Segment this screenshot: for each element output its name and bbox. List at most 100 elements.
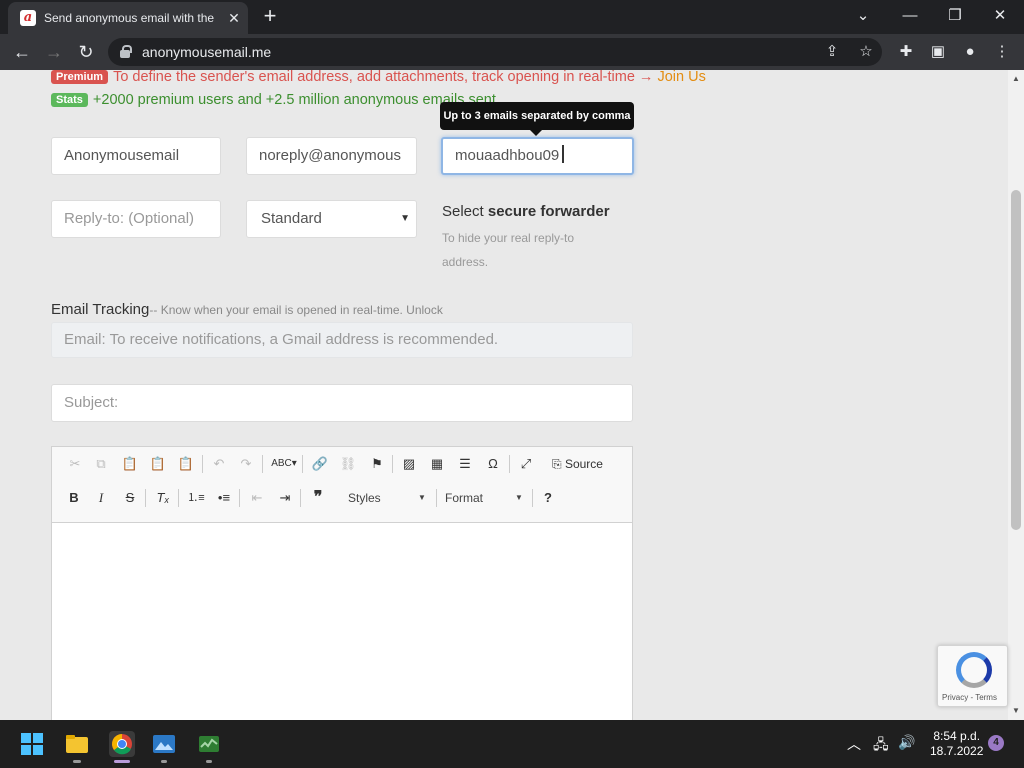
network-icon[interactable]: 🖧 xyxy=(873,734,889,758)
format-dropdown[interactable]: Format ▼ xyxy=(445,487,525,509)
toolbar-separator xyxy=(145,489,146,507)
source-button[interactable]: ⎘ Source xyxy=(552,453,603,475)
premium-promo: Premium To define the sender's email addr… xyxy=(51,70,706,85)
taskmanager-running-indicator xyxy=(206,760,212,763)
format-label: Format xyxy=(445,491,484,505)
system-clock[interactable]: 8:54 p.d. 18.7.2022 xyxy=(930,729,983,759)
bookmark-star-icon[interactable]: ☆ xyxy=(854,40,878,64)
task-manager-icon[interactable] xyxy=(197,732,221,756)
bold-icon[interactable]: B xyxy=(63,487,85,509)
share-icon[interactable]: ⇪ xyxy=(820,40,844,64)
premium-text: To define the sender's email address, ad… xyxy=(113,70,658,85)
remove-format-icon[interactable]: Tₓ xyxy=(152,487,174,509)
browser-tab[interactable]: a Send anonymous email with the ✕ xyxy=(8,2,248,34)
scroll-up-icon[interactable]: ▲ xyxy=(1008,72,1024,86)
anchor-flag-icon[interactable]: ⚑ xyxy=(366,453,388,475)
lock-icon xyxy=(120,45,132,58)
new-tab-button[interactable]: + xyxy=(258,5,282,29)
from-email-input[interactable]: noreply@anonymous xyxy=(246,137,417,175)
bulleted-list-icon[interactable]: •≡ xyxy=(213,487,235,509)
page-viewport: Premium To define the sender's email addr… xyxy=(0,70,1008,720)
paste-icon[interactable]: 📋 xyxy=(119,453,141,475)
toolbar-separator xyxy=(262,455,263,473)
notification-badge[interactable]: 4 xyxy=(988,735,1004,751)
recaptcha-terms[interactable]: Privacy - Terms xyxy=(942,693,997,702)
extensions-icon[interactable]: ✚ xyxy=(894,40,918,64)
forwarder-select-value: Standard xyxy=(261,210,322,227)
chrome-active-indicator xyxy=(114,760,130,763)
volume-icon[interactable]: 🔊 xyxy=(898,734,915,751)
back-icon[interactable]: ← xyxy=(10,40,34,64)
subject-input[interactable]: Subject: xyxy=(51,384,633,422)
outdent-icon[interactable]: ⇤ xyxy=(246,487,268,509)
reload-icon[interactable]: ↻ xyxy=(74,40,98,64)
stats-badge: Stats xyxy=(51,93,88,107)
copy-icon[interactable]: ⧉ xyxy=(90,453,112,475)
windows-start-icon[interactable] xyxy=(20,732,44,756)
paste-text-icon[interactable]: 📋 xyxy=(147,453,169,475)
strikethrough-icon[interactable]: S xyxy=(119,487,141,509)
address-bar[interactable]: anonymousemail.me ⇪ ☆ xyxy=(108,38,882,66)
clock-time: 8:54 p.d. xyxy=(933,729,981,743)
paste-word-icon[interactable]: 📋 xyxy=(175,453,197,475)
tab-search-icon[interactable]: ⌄ xyxy=(845,4,881,28)
editor-toolbar: ✂ ⧉ 📋 📋 📋 ↶ ↷ ABC▾ 🔗 ⛓ ⚑ ▨ ▦ ☰ Ω ⤢ ⎘ Sou… xyxy=(52,447,632,523)
forward-icon[interactable]: → xyxy=(42,40,66,64)
indent-icon[interactable]: ⇥ xyxy=(274,487,296,509)
chevron-down-icon: ▼ xyxy=(400,213,410,224)
cut-icon[interactable]: ✂ xyxy=(64,453,86,475)
explorer-running-indicator xyxy=(73,760,81,763)
close-window-button[interactable]: ✕ xyxy=(982,4,1018,28)
browser-toolbar: ← → ↻ anonymousemail.me ⇪ ☆ ✚ ▣ ● ⋮ xyxy=(0,34,1024,70)
link-icon[interactable]: 🔗 xyxy=(309,453,331,475)
horizontal-line-icon[interactable]: ☰ xyxy=(454,453,476,475)
site-favicon-icon: a xyxy=(20,10,36,26)
spellcheck-icon[interactable]: ABC▾ xyxy=(270,453,298,475)
tab-close-icon[interactable]: ✕ xyxy=(224,8,244,28)
special-char-icon[interactable]: Ω xyxy=(482,453,504,475)
tracking-unlock-link[interactable]: Unlock xyxy=(406,303,443,317)
redo-icon[interactable]: ↷ xyxy=(235,453,257,475)
unlink-icon[interactable]: ⛓ xyxy=(337,453,359,475)
from-name-input[interactable]: Anonymousemail xyxy=(51,137,221,175)
help-icon[interactable]: ? xyxy=(537,487,559,509)
chrome-taskbar-icon[interactable] xyxy=(109,731,135,757)
chevron-up-icon[interactable]: ︿ xyxy=(847,734,861,754)
numbered-list-icon[interactable]: ⒈≡ xyxy=(185,487,207,509)
url-text: anonymousemail.me xyxy=(142,44,272,60)
maximize-icon[interactable]: ⤢ xyxy=(515,453,537,475)
scroll-down-icon[interactable]: ▼ xyxy=(1008,704,1024,718)
source-label: Source xyxy=(564,457,603,471)
image-icon[interactable]: ▨ xyxy=(398,453,420,475)
toolbar-separator xyxy=(509,455,510,473)
scroll-thumb[interactable] xyxy=(1011,190,1021,530)
reply-to-input[interactable]: Reply-to: (Optional) xyxy=(51,200,221,238)
side-panel-icon[interactable]: ▣ xyxy=(926,40,950,64)
table-icon[interactable]: ▦ xyxy=(426,453,448,475)
blockquote-icon[interactable]: ❞ xyxy=(307,487,329,509)
minimize-button[interactable]: — xyxy=(892,4,928,28)
toolbar-separator xyxy=(392,455,393,473)
restore-button[interactable]: ❐ xyxy=(937,4,973,28)
photos-app-icon[interactable] xyxy=(152,732,176,756)
tab-title: Send anonymous email with the xyxy=(44,11,215,25)
tracking-email-input[interactable]: Email: To receive notifications, a Gmail… xyxy=(51,322,633,358)
forwarder-title-bold: secure forwarder xyxy=(487,203,610,220)
styles-dropdown[interactable]: Styles ▼ xyxy=(348,487,428,509)
tracking-subtext: -- Know when your email is opened in rea… xyxy=(149,303,407,317)
menu-icon[interactable]: ⋮ xyxy=(990,40,1014,64)
join-us-link[interactable]: Join Us xyxy=(657,70,705,85)
profile-icon[interactable]: ● xyxy=(958,40,982,64)
forwarder-description: To hide your real reply-to address. xyxy=(442,231,575,269)
italic-icon[interactable]: I xyxy=(90,487,112,509)
forwarder-select[interactable]: Standard ▼ xyxy=(246,200,417,238)
page-scrollbar[interactable]: ▲ ▼ xyxy=(1008,70,1024,720)
editor-content-area[interactable] xyxy=(52,524,632,720)
toolbar-separator xyxy=(202,455,203,473)
tab-strip: a Send anonymous email with the ✕ + ⌄ — … xyxy=(0,0,1024,34)
to-email-input[interactable]: mouaadhbou09 xyxy=(441,137,634,175)
undo-icon[interactable]: ↶ xyxy=(208,453,230,475)
premium-badge: Premium xyxy=(51,70,109,84)
recaptcha-badge[interactable]: Privacy - Terms xyxy=(937,645,1008,707)
file-explorer-icon[interactable] xyxy=(65,732,89,756)
